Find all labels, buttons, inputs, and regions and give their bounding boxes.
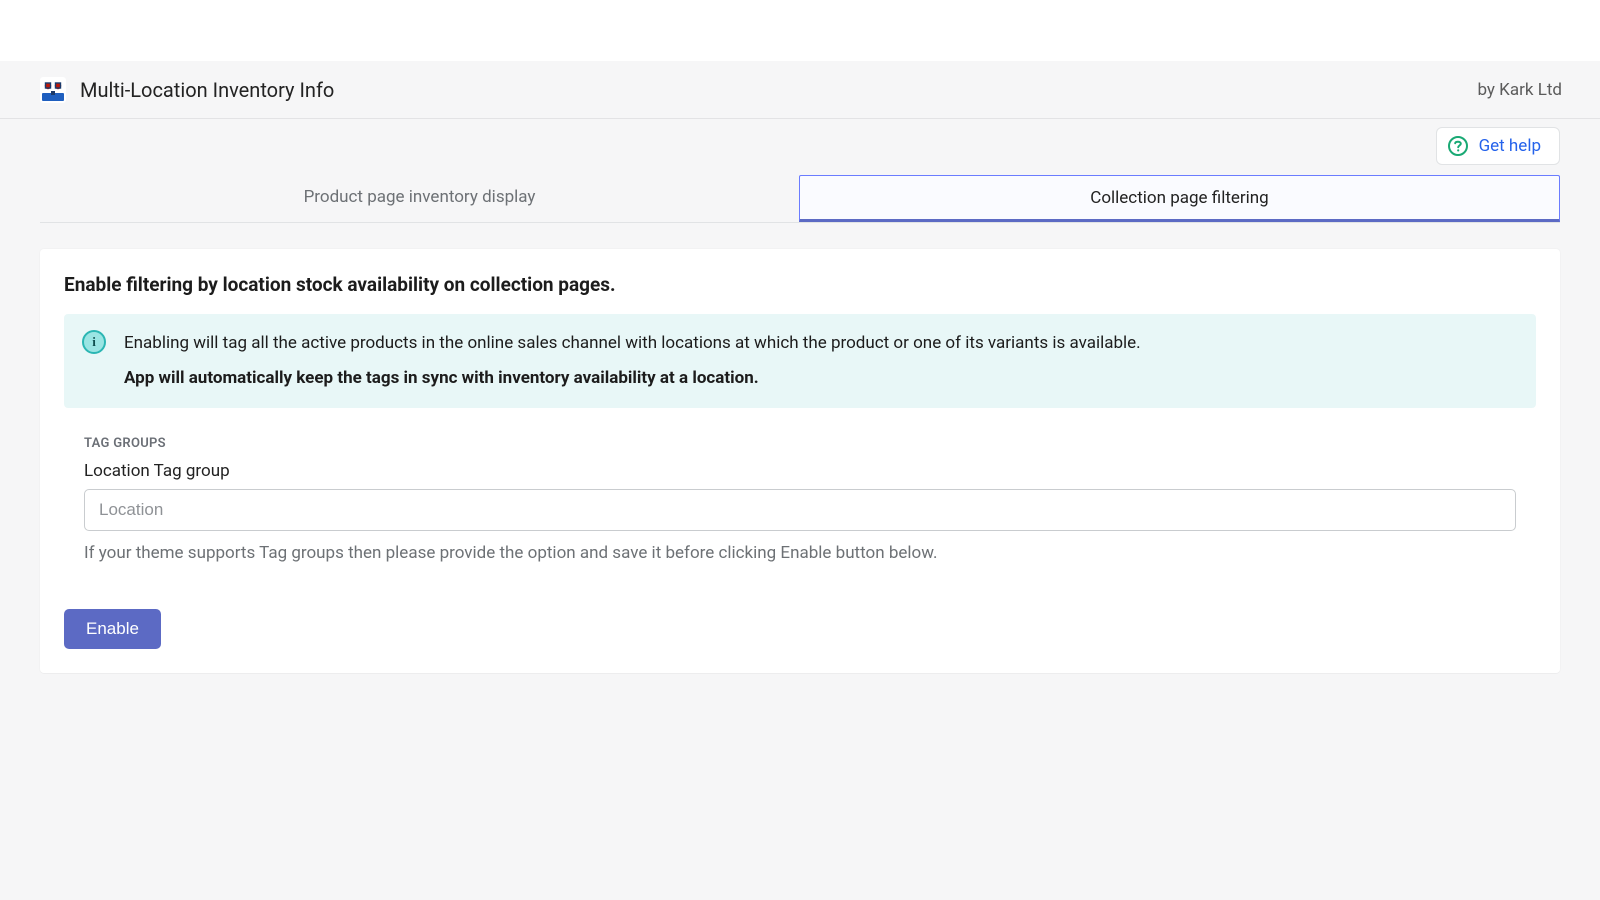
get-help-button[interactable]: Get help [1436, 127, 1560, 165]
app-bar: Multi-Location Inventory Info by Kark Lt… [0, 61, 1600, 119]
banner-line-1: Enabling will tag all the active product… [124, 330, 1141, 357]
section-eyebrow: TAG GROUPS [84, 436, 1516, 451]
info-banner: i Enabling will tag all the active produ… [64, 314, 1536, 408]
banner-text: Enabling will tag all the active product… [124, 330, 1141, 392]
info-icon: i [82, 330, 106, 354]
app-vendor: by Kark Ltd [1477, 80, 1562, 100]
content-area: Get help Product page inventory display … [0, 119, 1600, 900]
location-tag-group-input[interactable] [84, 489, 1516, 531]
tab-collection-filtering[interactable]: Collection page filtering [799, 175, 1560, 222]
tabs: Product page inventory display Collectio… [40, 175, 1560, 223]
app-logo-icon [40, 77, 66, 103]
help-row: Get help [40, 119, 1560, 173]
tag-groups-section: TAG GROUPS Location Tag group If your th… [64, 436, 1536, 563]
settings-card: Enable filtering by location stock avail… [40, 249, 1560, 673]
tab-product-page[interactable]: Product page inventory display [40, 175, 799, 222]
actions: Enable [64, 609, 1536, 649]
field-label: Location Tag group [84, 461, 1516, 481]
banner-line-2: App will automatically keep the tags in … [124, 365, 1141, 392]
app-title: Multi-Location Inventory Info [80, 78, 334, 102]
enable-button[interactable]: Enable [64, 609, 161, 649]
top-gap [0, 0, 1600, 61]
field-help: If your theme supports Tag groups then p… [84, 543, 1516, 563]
card-title: Enable filtering by location stock avail… [64, 273, 1536, 296]
help-icon [1447, 135, 1469, 157]
get-help-label: Get help [1479, 136, 1541, 156]
app-bar-left: Multi-Location Inventory Info [40, 77, 334, 103]
